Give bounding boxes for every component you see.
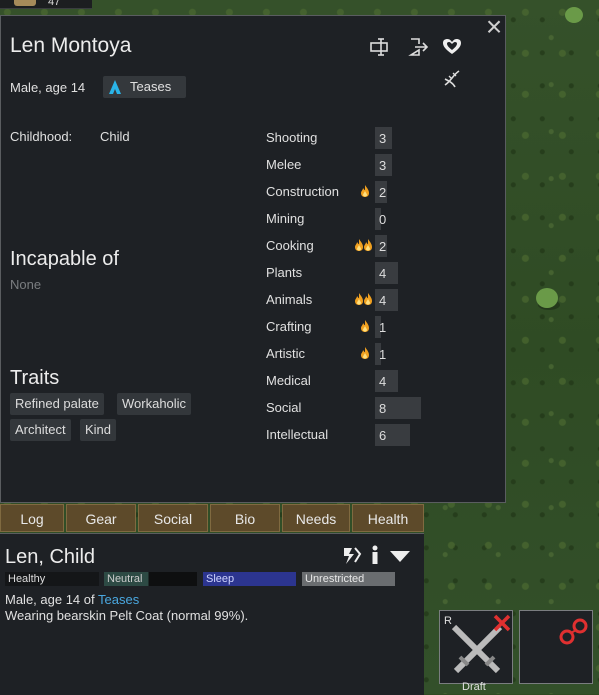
skill-level: 3 [379,158,387,173]
draft-button[interactable]: R [439,610,513,684]
dropdown-icon[interactable] [389,549,411,563]
skill-name: Melee [266,157,302,172]
status-area[interactable]: Unrestricted [302,572,395,586]
ideoligion-badge[interactable]: Teases [103,76,186,98]
skill-name: Artistic [266,346,305,361]
pawn-subtitle: Male, age 14 [10,80,86,95]
ideoligion-icon [109,80,121,94]
skill-row-intellectual[interactable]: Intellectual 6 [266,422,506,447]
status-activity[interactable]: Sleep [203,572,296,586]
tab-gear[interactable]: Gear [66,504,136,532]
inspect-tabs: Log Gear Social Bio Needs Health [0,504,424,532]
skill-name: Crafting [266,319,312,334]
tab-health[interactable]: Health [352,504,424,532]
passion-flame-icon [364,293,372,305]
skill-level: 4 [379,266,387,281]
incapable-value: None [10,277,42,292]
skill-name: Social [266,400,302,415]
skill-name: Medical [266,373,311,388]
close-x-icon [493,614,511,632]
skill-name: Animals [266,292,313,307]
restraints-button[interactable] [519,610,593,684]
skill-row-crafting[interactable]: Crafting 1 [266,314,506,339]
skill-row-construction[interactable]: Construction 2 [266,179,506,204]
close-button[interactable]: × [483,13,505,41]
skill-level: 3 [379,131,387,146]
skill-name: Shooting [266,130,318,145]
map-tree [536,288,558,308]
skill-level: 2 [379,185,387,200]
wood-icon [14,0,36,6]
skill-level: 1 [379,320,387,335]
passion-flame-icon [361,347,369,359]
draft-label: Draft [462,681,486,693]
childhood-label: Childhood: [10,129,73,144]
skill-row-mining[interactable]: Mining 0 [266,206,506,231]
resource-readout: 47 [0,0,92,9]
skill-level: 4 [379,293,387,308]
passion-flame-icon [361,185,369,197]
traits-title: Traits [10,367,60,389]
trait-architect[interactable]: Architect [10,419,71,441]
skill-row-melee[interactable]: Melee 3 [266,152,506,177]
skill-name: Cooking [266,238,314,253]
map-tree [565,7,583,23]
tab-bio[interactable]: Bio [210,504,280,532]
passion-flame-icon [364,239,372,251]
inspect-pawn-name: Len, Child [5,546,96,568]
status-health: Healthy [5,572,99,586]
skill-level: 1 [379,347,387,362]
tab-needs[interactable]: Needs [282,504,350,532]
pawn-name: Len Montoya [10,34,132,57]
rename-icon[interactable] [369,36,391,58]
genes-icon[interactable] [441,67,463,89]
heart-icon[interactable] [441,36,463,58]
draft-toggle-icon[interactable] [342,544,362,566]
inspect-line-2: Wearing bearskin Pelt Coat (normal 99%). [5,608,249,623]
ideoligion-label: Teases [130,79,172,94]
banish-icon[interactable] [408,36,430,58]
passion-flame-icon [361,320,369,332]
trait-kind[interactable]: Kind [80,419,117,441]
skill-level: 2 [379,239,387,254]
inspect-pane: Len, Child Healthy Neutral Sleep Unrestr… [0,533,424,695]
skill-name: Intellectual [266,427,329,442]
skill-name: Plants [266,265,303,280]
skill-name: Mining [266,211,305,226]
skill-level: 4 [379,374,387,389]
skill-row-social[interactable]: Social 8 [266,395,506,420]
skill-row-cooking[interactable]: Cooking 2 [266,233,506,258]
skill-level: 8 [379,401,387,416]
ideoligion-link[interactable]: Teases [98,592,139,607]
skill-name: Construction [266,184,339,199]
handcuffs-icon [559,618,588,645]
inspect-line-1: Male, age 14 of Teases [5,592,139,607]
skill-row-medical[interactable]: Medical 4 [266,368,506,393]
childhood-value[interactable]: Child [100,129,130,144]
resource-count: 47 [48,0,61,8]
skill-row-plants[interactable]: Plants 4 [266,260,506,285]
skill-level: 0 [379,212,387,227]
skill-row-shooting[interactable]: Shooting 3 [266,125,506,150]
skill-row-animals[interactable]: Animals 4 [266,287,506,312]
tab-log[interactable]: Log [0,504,64,532]
inspect-line-1-text: Male, age 14 of [5,592,98,607]
skill-row-artistic[interactable]: Artistic 1 [266,341,506,366]
tab-social[interactable]: Social [138,504,208,532]
info-icon[interactable] [368,544,382,566]
skill-level: 6 [379,428,387,443]
trait-refined-palate[interactable]: Refined palate [10,393,104,415]
incapable-title: Incapable of [10,248,119,270]
status-mood[interactable]: Neutral [104,572,197,586]
trait-workaholic[interactable]: Workaholic [117,393,192,415]
